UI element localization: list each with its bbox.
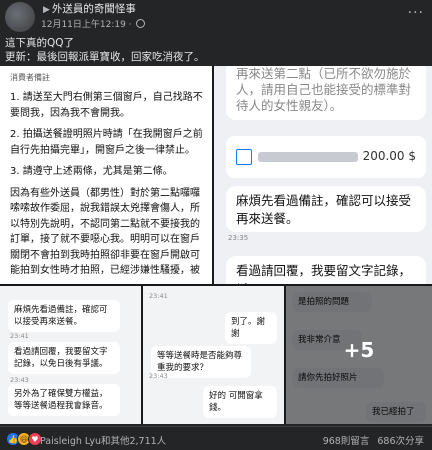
note-body: 1. 請送至大門右側第三個窗戶，自己找路不要問我，因為我不會開我。 2. 拍攝送…: [10, 90, 206, 284]
post-text-line: 這下真的QQ了: [5, 37, 75, 49]
note-paragraph: 因為有些外送員（都男性）對於第二點囉囉嗦嗦故作委屈，說我錯誤太兇擇會傷人，所以特…: [10, 187, 200, 277]
post-header: ▶ 外送員的奇聞怪事 12月11日上午12:19 · ···: [0, 0, 432, 34]
page-name[interactable]: 外送員的奇聞怪事: [52, 3, 136, 15]
note-paragraph: 2. 拍攝送餐證明照片時請「在我開窗戶之前自行先拍攝完畢」，開窗戶之後一律禁止。: [10, 129, 203, 156]
blurred-text: [258, 152, 358, 162]
post-meta: 12月11日上午12:19 ·: [41, 17, 146, 30]
chat-bubble: 看過請回覆，我要留文字記錄，以: [226, 256, 426, 284]
payment-amount: 200.00 $: [362, 149, 416, 163]
chat-bubble: 麻煩先看過備註，確認可以接受再來送餐。: [8, 300, 120, 332]
chevron-right-icon: ▶: [43, 5, 50, 15]
chat-bubble: 看過請回覆，我要留文字記錄，以免日後有爭議。: [8, 342, 120, 374]
post-timestamp[interactable]: 12月11日上午12:19: [41, 20, 126, 30]
chat-bubble: 到了。謝謝: [225, 312, 277, 344]
chat-timestamp: 23:35: [228, 234, 249, 242]
chat-timestamp: 23:41: [149, 292, 168, 300]
chat-bubble: 再來送第二點（已所不欲勿施於人，請用自己也能接受的標準對待人的女性親友）。: [226, 66, 426, 120]
chat-bubble: 麻煩先看過備註，確認可以接受再來送餐。: [226, 186, 426, 232]
photo-grid: 消費者備註 1. 請送至大門右側第三個窗戶，自己找路不要問我，因為我不會開我。 …: [0, 66, 432, 424]
photo-thumbnail[interactable]: 麻煩先看過備註，確認可以接受再來送餐。 23:41 看過請回覆，我要留文字記錄，…: [0, 286, 141, 424]
engagement-counts: 968則留言 686次分享: [323, 433, 424, 447]
post-text-line: 更新：最後回報派單寶收，回家吃消夜了。: [5, 51, 205, 63]
note-title: 消費者備註: [10, 73, 50, 82]
receipt-icon: [236, 149, 252, 165]
note-paragraph: 3. 請遵守上述兩條，尤其是第二條。: [10, 166, 173, 177]
post-text: 這下真的QQ了 更新：最後回報派單寶收，回家吃消夜了。: [5, 36, 425, 64]
reactions-bar: 👍 😆 ♥ Paisleigh Lyu和其他2,711人 968則留言 686次分…: [0, 426, 432, 450]
shares-count[interactable]: 686次分享: [377, 436, 424, 447]
chat-bubble: 好的 可開窗拿錢。: [203, 386, 277, 418]
chat-timestamp: 23:43: [149, 372, 168, 380]
photo-note[interactable]: 消費者備註 1. 請送至大門右側第三個窗戶，自己找路不要問我，因為我不會開我。 …: [0, 66, 212, 284]
reaction-summary[interactable]: Paisleigh Lyu和其他2,711人: [40, 433, 166, 447]
photo-chat[interactable]: 再來送第二點（已所不欲勿施於人，請用自己也能接受的標準對待人的女性親友）。 20…: [214, 66, 432, 284]
photo-thumbnail-more[interactable]: 是拍照的問題 我非常介意 請你先拍好照片 我已經拍了 +5: [286, 286, 432, 424]
chat-timestamp: 23:41: [10, 332, 29, 340]
chat-timestamp: 23:43: [10, 376, 29, 384]
comments-count[interactable]: 968則留言: [323, 436, 370, 447]
avatar[interactable]: [5, 2, 35, 32]
post-author: ▶ 外送員的奇聞怪事: [41, 2, 136, 17]
more-photos-count[interactable]: +5: [286, 338, 432, 362]
note-paragraph: 1. 請送至大門右側第三個窗戶，自己找路不要問我，因為我不會開我。: [10, 92, 203, 119]
chat-bubble: 另外為了確保雙方權益，等等送餐過程我會錄音。: [8, 384, 120, 416]
photo-thumbnail[interactable]: 23:41 到了。謝謝 等等送餐時是否能夠尊重我的要求？ 23:43 好的 可開…: [143, 286, 284, 424]
globe-icon: [136, 19, 146, 28]
more-options-icon[interactable]: ···: [408, 5, 424, 21]
payment-box: 200.00 $: [226, 136, 426, 178]
